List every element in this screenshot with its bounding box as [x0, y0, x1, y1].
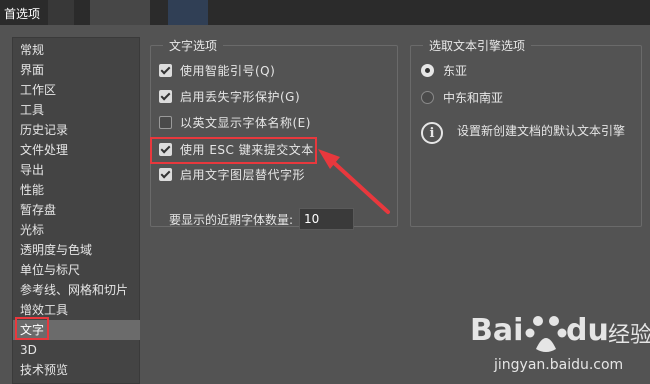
sidebar-item[interactable]: 工具	[13, 100, 140, 120]
missing-glyph-protection-label: 启用丢失字形保护(G)	[180, 89, 301, 104]
sidebar-item[interactable]: 文字	[13, 320, 140, 340]
middle-east-south-asian-label: 中东和南亚	[443, 90, 504, 105]
english-font-names-checkbox[interactable]	[159, 115, 172, 129]
text-engine-legend: 选取文本引擎选项	[423, 37, 532, 54]
sidebar-item[interactable]: 光标	[13, 220, 140, 240]
baidu-brand-text-2: du	[566, 313, 609, 348]
english-font-names-option[interactable]: 以英文显示字体名称(E)	[159, 112, 311, 132]
recent-fonts-label: 要显示的近期字体数量:	[169, 212, 294, 227]
east-asian-label: 东亚	[443, 63, 468, 78]
info-icon: i	[421, 122, 443, 144]
recent-fonts-input[interactable]: 10	[299, 208, 355, 230]
sidebar-item[interactable]: 3D	[13, 340, 140, 360]
middle-east-south-asian-radio[interactable]	[421, 90, 434, 104]
baidu-watermark: Bai du 经验 jingyan.baidu.com	[470, 297, 650, 382]
alternate-glyphs-option[interactable]: 启用文字图层替代字形	[159, 164, 305, 184]
sidebar-item[interactable]: 暂存盘	[13, 200, 140, 220]
sidebar-item[interactable]: 界面	[13, 60, 140, 80]
sidebar-item[interactable]: 历史记录	[13, 120, 140, 140]
east-asian-option[interactable]: 东亚	[421, 60, 467, 80]
sidebar-item[interactable]: 工作区	[13, 80, 140, 100]
smart-quotes-checkbox[interactable]	[159, 63, 172, 77]
east-asian-radio[interactable]	[421, 63, 434, 77]
smart-quotes-label: 使用智能引号(Q)	[180, 63, 276, 78]
recent-fonts-row: 要显示的近期字体数量: 10	[169, 207, 355, 231]
preferences-dialog: 常规 界面 工作区 工具 历史记录 文件处理 导出 性能 暂存盘 光标 透明度与色域 单位与标尺 参考线…	[0, 25, 650, 384]
sidebar-item[interactable]: 透明度与色域	[13, 240, 140, 260]
alternate-glyphs-label: 启用文字图层替代字形	[180, 167, 306, 182]
esc-commit-text-checkbox[interactable]	[159, 142, 172, 156]
preferences-category-list: 常规 界面 工作区 工具 历史记录 文件处理 导出 性能 暂存盘 光标 透明度与色域 单位与标尺 参考线…	[12, 37, 140, 384]
background-window-strip	[48, 0, 74, 25]
sidebar-item[interactable]: 单位与标尺	[13, 260, 140, 280]
sidebar-item[interactable]: 参考线、网格和切片	[13, 280, 140, 300]
sidebar-item[interactable]: 导出	[13, 160, 140, 180]
esc-commit-text-option[interactable]: 使用 ESC 键来提交文本	[159, 139, 314, 159]
text-options-legend: 文字选项	[163, 37, 224, 54]
sidebar-item[interactable]: 技术预览	[13, 360, 140, 380]
background-window-strip	[90, 0, 150, 25]
middle-east-south-asian-option[interactable]: 中东和南亚	[421, 87, 503, 107]
sidebar-item[interactable]: 文件处理	[13, 140, 140, 160]
missing-glyph-protection-checkbox[interactable]	[159, 89, 172, 103]
jingyan-text: 经验	[608, 323, 650, 348]
missing-glyph-protection-option[interactable]: 启用丢失字形保护(G)	[159, 86, 300, 106]
engine-info: i 设置新创建文档的默认文本引擎	[421, 122, 625, 144]
background-window-strip	[168, 0, 208, 25]
title-bar: 首选项	[0, 0, 650, 25]
engine-info-text: 设置新创建文档的默认文本引擎	[457, 123, 626, 138]
sidebar-item[interactable]: 常规	[13, 40, 140, 60]
sidebar-item[interactable]: 性能	[13, 180, 140, 200]
window-title: 首选项	[4, 7, 41, 21]
sidebar-item[interactable]: 增效工具	[13, 300, 140, 320]
alternate-glyphs-checkbox[interactable]	[159, 167, 172, 181]
text-engine-group: 选取文本引擎选项 东亚 中东和南亚 i 设置新创建文档的默认文本引擎	[410, 37, 642, 227]
smart-quotes-option[interactable]: 使用智能引号(Q)	[159, 60, 275, 80]
esc-commit-text-label: 使用 ESC 键来提交文本	[180, 142, 314, 157]
baidu-paw-logo	[525, 316, 567, 352]
text-options-group: 文字选项 使用智能引号(Q) 启用丢失字形保护(G) 以英文显示字体名称(E) …	[150, 37, 398, 230]
baidu-brand-text: Bai	[470, 313, 524, 348]
english-font-names-label: 以英文显示字体名称(E)	[180, 115, 311, 130]
jingyan-url: jingyan.baidu.com	[494, 357, 624, 373]
